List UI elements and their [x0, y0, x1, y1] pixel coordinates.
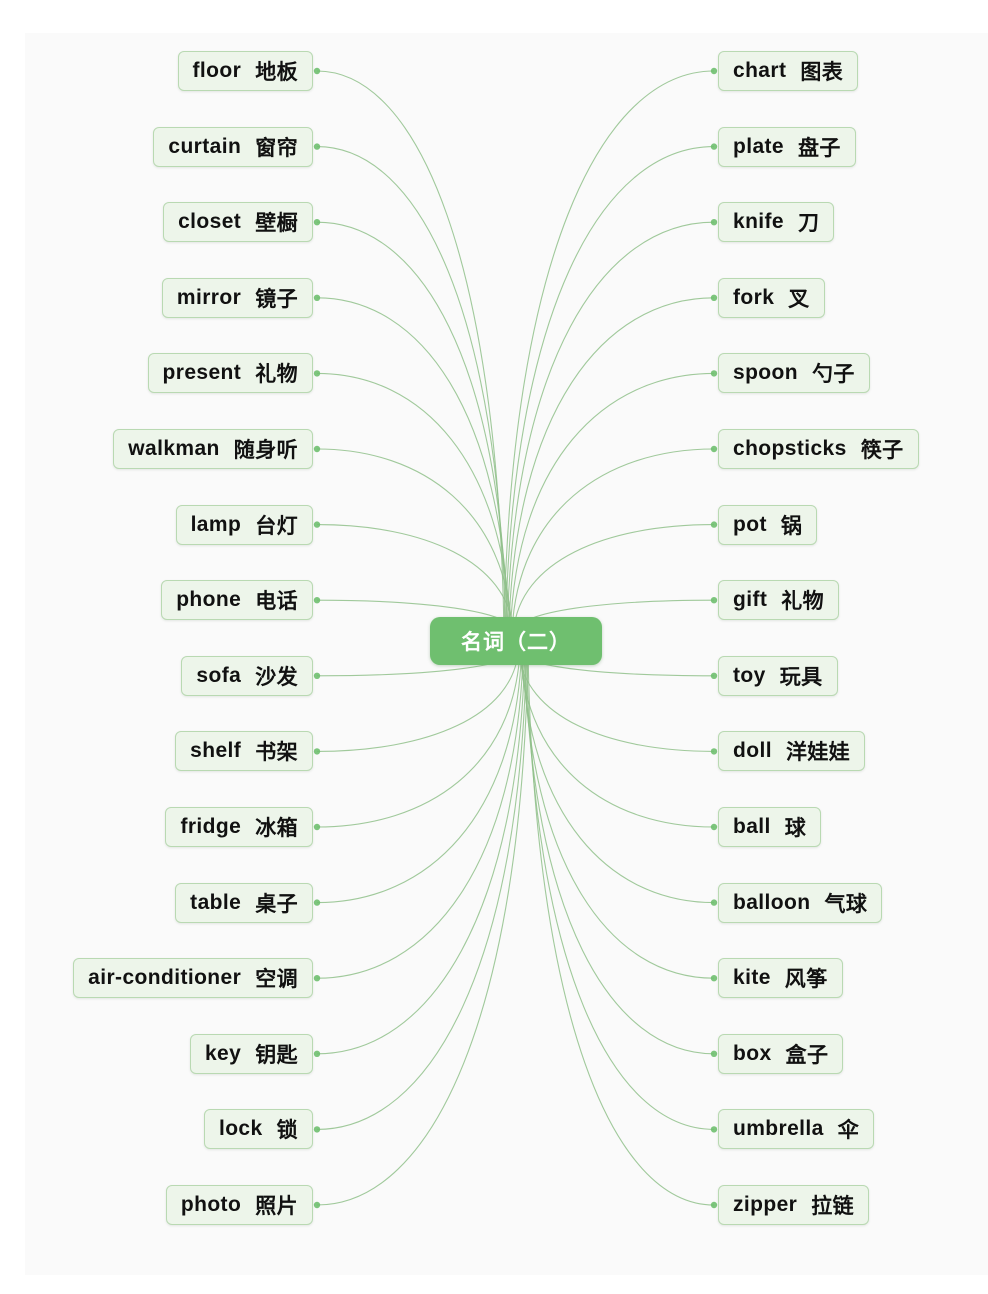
branch-node-english: doll [733, 739, 772, 763]
branch-node-english: knife [733, 210, 785, 234]
branch-node-closet[interactable]: closet 壁橱 [163, 202, 313, 243]
branch-node-gift[interactable]: gift 礼物 [718, 580, 840, 621]
branch-node-chinese: 书架 [255, 741, 298, 765]
branch-node-chinese: 电话 [255, 590, 298, 614]
branch-node-chinese: 窗帘 [255, 136, 298, 160]
branch-node-english: fork [733, 285, 775, 309]
branch-node-english: walkman [128, 437, 220, 460]
branch-node-chinese: 冰箱 [255, 817, 298, 840]
branch-node-chinese: 锅 [780, 514, 803, 538]
branch-node-chinese: 台灯 [255, 514, 298, 538]
branch-node-umbrella[interactable]: umbrella 伞 [718, 1109, 875, 1150]
branch-node-floor[interactable]: floor 地板 [177, 51, 313, 91]
branch-node-chinese: 礼物 [781, 590, 825, 614]
branch-node-english: closet [178, 210, 242, 234]
branch-node-air-conditioner[interactable]: air-conditioner 空调 [73, 958, 313, 999]
branch-node-chinese: 风筝 [784, 968, 828, 992]
branch-node-chinese: 随身听 [233, 439, 298, 462]
branch-node-english: zipper [733, 1193, 798, 1216]
branch-node-chinese: 气球 [824, 892, 868, 916]
center-node[interactable]: 名词（二） [430, 617, 602, 665]
branch-node-key[interactable]: key 钥匙 [189, 1033, 313, 1074]
branch-node-spoon[interactable]: spoon 勺子 [718, 353, 870, 394]
branch-node-chinese: 空调 [255, 968, 298, 992]
branch-node-pot[interactable]: pot 锅 [718, 504, 818, 545]
branch-node-english: present [162, 361, 242, 385]
center-node-label: 名词（二） [461, 631, 571, 654]
branch-node-chinese: 洋娃娃 [785, 741, 851, 765]
branch-node-english: plate [733, 134, 785, 158]
branch-node-english: toy [733, 663, 766, 687]
branch-node-present[interactable]: present 礼物 [147, 353, 313, 394]
branch-node-fridge[interactable]: fridge 冰箱 [165, 807, 313, 847]
branch-node-english: curtain [168, 134, 242, 158]
branch-node-toy[interactable]: toy 玩具 [718, 655, 838, 696]
branch-node-english: kite [733, 966, 771, 990]
branch-node-chinese: 玩具 [779, 665, 823, 689]
branch-node-english: balloon [733, 890, 811, 914]
branch-node-english: shelf [190, 739, 242, 763]
branch-node-shelf[interactable]: shelf 书架 [175, 731, 313, 772]
branch-node-phone[interactable]: phone 电话 [161, 580, 313, 621]
branch-node-chinese: 钥匙 [255, 1043, 298, 1067]
branch-node-english: lamp [190, 512, 242, 536]
branch-node-chinese: 桌子 [255, 892, 298, 916]
branch-node-chinese: 刀 [798, 212, 820, 236]
branch-node-chinese: 勺子 [812, 363, 855, 387]
branch-node-english: umbrella [733, 1117, 824, 1141]
branch-node-chart[interactable]: chart 图表 [718, 51, 859, 91]
branch-node-chinese: 壁橱 [255, 212, 298, 236]
branch-node-walkman[interactable]: walkman 随身听 [113, 429, 313, 469]
branch-node-english: pot [733, 512, 767, 536]
branch-node-box[interactable]: box 盒子 [718, 1033, 844, 1074]
branch-node-ball[interactable]: ball 球 [718, 807, 822, 847]
branch-node-chopsticks[interactable]: chopsticks 筷子 [718, 429, 919, 469]
branch-node-chinese: 盒子 [785, 1043, 829, 1067]
branch-node-english: phone [176, 588, 242, 612]
branch-node-chinese: 锁 [276, 1119, 298, 1143]
branch-node-plate[interactable]: plate 盘子 [718, 126, 856, 167]
branch-node-english: box [733, 1041, 772, 1065]
branch-node-mirror[interactable]: mirror 镜子 [161, 277, 313, 318]
branch-node-english: air-conditioner [88, 966, 242, 990]
branch-node-zipper[interactable]: zipper 拉链 [718, 1185, 870, 1225]
branch-node-chinese: 伞 [837, 1119, 860, 1143]
branch-node-balloon[interactable]: balloon 气球 [718, 882, 883, 923]
branch-node-chinese: 地板 [255, 61, 298, 84]
branch-node-english: spoon [733, 361, 798, 385]
branch-node-sofa[interactable]: sofa 沙发 [181, 655, 313, 696]
branch-node-chinese: 图表 [800, 61, 844, 84]
branch-node-lamp[interactable]: lamp 台灯 [175, 504, 313, 545]
branch-node-kite[interactable]: kite 风筝 [718, 958, 843, 999]
branch-node-english: lock [218, 1117, 263, 1141]
branch-node-curtain[interactable]: curtain 窗帘 [153, 126, 313, 167]
branch-node-doll[interactable]: doll 洋娃娃 [718, 731, 866, 772]
branch-node-chinese: 筷子 [860, 439, 904, 462]
branch-node-english: fridge [180, 815, 242, 838]
branch-node-english: chart [733, 59, 787, 82]
branch-node-english: ball [733, 815, 771, 838]
branch-node-english: key [204, 1041, 242, 1065]
branch-node-english: floor [192, 59, 242, 82]
branch-node-lock[interactable]: lock 锁 [203, 1109, 313, 1150]
branch-node-english: gift [733, 588, 768, 612]
branch-node-english: table [190, 890, 242, 914]
branch-node-chinese: 叉 [788, 287, 810, 311]
branch-node-chinese: 照片 [255, 1195, 298, 1218]
branch-node-photo[interactable]: photo 照片 [165, 1185, 313, 1225]
branch-node-english: sofa [196, 663, 242, 687]
branch-node-chinese: 礼物 [255, 363, 298, 387]
branch-node-knife[interactable]: knife 刀 [718, 202, 835, 243]
branch-node-chinese: 球 [784, 817, 807, 840]
branch-node-chinese: 镜子 [255, 287, 298, 311]
branch-node-english: photo [180, 1193, 242, 1216]
branch-node-fork[interactable]: fork 叉 [718, 277, 825, 318]
branch-node-english: mirror [176, 285, 242, 309]
branch-node-chinese: 盘子 [798, 136, 841, 160]
branch-node-english: chopsticks [733, 437, 847, 460]
branch-node-chinese: 沙发 [255, 665, 298, 689]
branch-node-table[interactable]: table 桌子 [175, 882, 313, 923]
mindmap-canvas: floor 地板 curtain 窗帘 closet 壁橱 mirror 镜子 present 礼… [0, 0, 988, 1294]
branch-node-chinese: 拉链 [811, 1195, 855, 1218]
